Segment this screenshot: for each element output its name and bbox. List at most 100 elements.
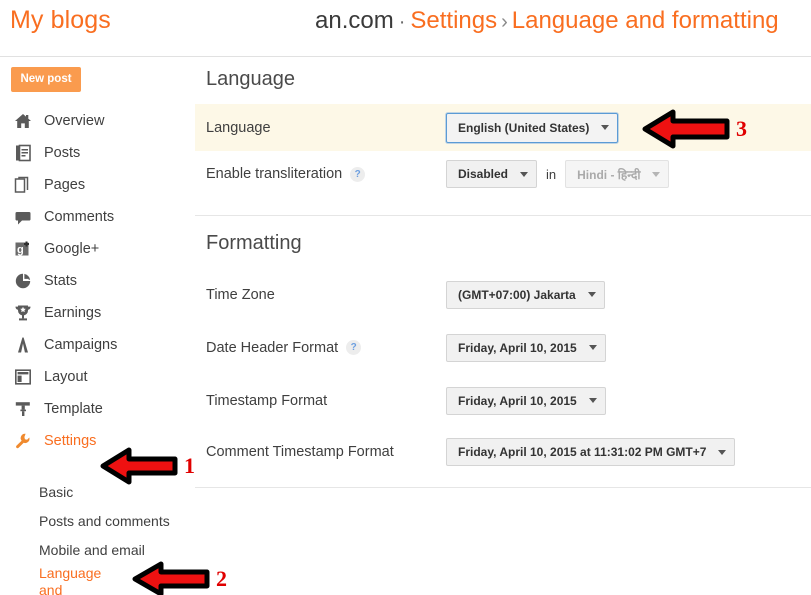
language-dropdown-value: English (United States) xyxy=(458,120,590,135)
earnings-icon xyxy=(12,302,34,324)
help-icon[interactable]: ? xyxy=(346,340,362,355)
time-zone-row-field: (GMT+07:00) Jakarta xyxy=(446,280,605,309)
date-header-format-dropdown[interactable]: Friday, April 10, 2015 xyxy=(446,333,606,362)
sidebar-subitem-language-and-formatting[interactable]: Language and formatting xyxy=(0,564,195,595)
breadcrumb-blog-name[interactable]: an.com xyxy=(315,7,394,34)
layout-icon xyxy=(12,366,34,388)
sidebar-item-campaigns[interactable]: Campaigns xyxy=(0,329,195,361)
sidebar-item-layout[interactable]: Layout xyxy=(0,361,195,393)
svg-text:g: g xyxy=(17,244,24,256)
sidebar-nav: Overview Posts Pages Comments g Google+ … xyxy=(0,105,195,457)
breadcrumb-current-page: Language and formatting xyxy=(511,7,779,34)
transliteration-language-dropdown[interactable]: Hindi - हिन्दी xyxy=(565,160,670,188)
time-zone-row: Time Zone (GMT+07:00) Jakarta xyxy=(195,268,811,321)
my-blogs-link[interactable]: My blogs xyxy=(10,6,111,35)
breadcrumb: an.com · Settings › Language and formatting xyxy=(315,6,779,37)
comment-timestamp-format-row-label: Comment Timestamp Format xyxy=(206,444,446,460)
comment-timestamp-format-row-field: Friday, April 10, 2015 at 11:31:02 PM GM… xyxy=(446,438,736,466)
row-label-text: Date Header Format xyxy=(206,339,339,356)
new-post-button[interactable]: New post xyxy=(11,67,81,92)
chevron-down-icon xyxy=(601,125,610,130)
sidebar-subitem-mobile-and-email[interactable]: Mobile and email xyxy=(0,535,195,564)
sidebar-subitem-label: Posts and comments xyxy=(39,512,170,529)
stats-icon xyxy=(12,270,34,292)
sidebar-item-label: Earnings xyxy=(44,305,102,321)
blogger-settings-page: My blogs an.com · Settings › Language and fo… xyxy=(0,0,811,595)
date-header-format-row-label: Date Header Format ? xyxy=(206,340,446,356)
in-word-label: in xyxy=(546,166,557,182)
time-zone-row-label: Time Zone xyxy=(206,287,446,303)
language-dropdown[interactable]: English (United States) xyxy=(446,112,619,143)
google-plus-icon: g xyxy=(12,238,34,260)
sidebar-item-posts[interactable]: Posts xyxy=(0,137,195,169)
sidebar-item-google-plus[interactable]: g Google+ xyxy=(0,233,195,265)
row-label-text: Comment Timestamp Format xyxy=(206,444,394,460)
sidebar-subitem-basic[interactable]: Basic xyxy=(0,477,195,506)
chevron-down-icon xyxy=(520,171,529,177)
help-icon[interactable]: ? xyxy=(350,166,366,182)
language-row-field: English (United States) xyxy=(446,112,619,143)
time-zone-dropdown[interactable]: (GMT+07:00) Jakarta xyxy=(446,280,605,309)
transliteration-row-label: Enable transliteration ? xyxy=(206,166,446,182)
comment-timestamp-format-row: Comment Timestamp Format Friday, April 1… xyxy=(195,427,811,477)
sidebar-item-label: Pages xyxy=(44,177,86,193)
sidebar-item-settings[interactable]: Settings xyxy=(0,425,195,457)
language-row-label: Language xyxy=(206,120,446,136)
sidebar-item-label: Overview xyxy=(44,113,105,129)
transliteration-row-field: Disabled in Hindi - हिन्दी xyxy=(446,160,670,188)
sidebar-subitem-posts-and-comments[interactable]: Posts and comments xyxy=(0,506,195,535)
chevron-down-icon xyxy=(718,449,727,455)
sidebar-subnav: Basic Posts and comments Mobile and emai… xyxy=(0,477,195,595)
sidebar-item-label: Stats xyxy=(44,273,78,289)
sidebar-item-label: Layout xyxy=(44,369,88,385)
row-label-text: Time Zone xyxy=(206,286,275,303)
comment-timestamp-format-dropdown[interactable]: Friday, April 10, 2015 at 11:31:02 PM GM… xyxy=(446,438,736,466)
sidebar-subitem-label: Language and formatting xyxy=(39,565,102,595)
timestamp-format-row-field: Friday, April 10, 2015 xyxy=(446,386,606,415)
main-content: Language Language English (United States… xyxy=(195,57,811,595)
posts-icon xyxy=(12,142,34,164)
bottom-divider xyxy=(195,487,811,488)
top-bar: My blogs an.com · Settings › Language and fo… xyxy=(0,0,811,57)
sidebar-item-template[interactable]: Template xyxy=(0,393,195,425)
timestamp-format-row: Timestamp Format Friday, April 10, 2015 xyxy=(195,374,811,427)
comment-timestamp-format-value: Friday, April 10, 2015 at 11:31:02 PM GM… xyxy=(458,445,707,459)
date-header-format-row: Date Header Format ? Friday, April 10, 2… xyxy=(195,321,811,374)
campaigns-icon xyxy=(12,334,34,356)
chevron-down-icon xyxy=(588,398,597,403)
chevron-right-icon: › xyxy=(501,11,508,33)
row-label-text: Language xyxy=(206,119,271,136)
breadcrumb-dot: · xyxy=(398,11,406,33)
transliteration-language-value: Hindi - हिन्दी xyxy=(577,167,641,182)
sidebar: New post Overview Posts Pages Comments g… xyxy=(0,57,195,595)
sidebar-item-label: Campaigns xyxy=(44,337,118,353)
sidebar-subitem-label: Mobile and email xyxy=(39,541,145,558)
sidebar-item-comments[interactable]: Comments xyxy=(0,201,195,233)
breadcrumb-settings-link[interactable]: Settings xyxy=(410,7,497,34)
sidebar-item-pages[interactable]: Pages xyxy=(0,169,195,201)
wrench-icon xyxy=(12,430,34,452)
row-label-text: Enable transliteration xyxy=(206,166,343,182)
home-icon xyxy=(12,110,34,132)
sidebar-item-label: Settings xyxy=(44,433,97,449)
pages-icon xyxy=(12,174,34,196)
sidebar-subitem-label: Basic xyxy=(39,483,74,500)
date-header-format-value: Friday, April 10, 2015 xyxy=(458,340,577,355)
formatting-section-title: Formatting xyxy=(206,232,302,254)
time-zone-value: (GMT+07:00) Jakarta xyxy=(458,287,576,302)
template-icon xyxy=(12,398,34,420)
chevron-down-icon xyxy=(588,345,597,350)
sidebar-item-label: Google+ xyxy=(44,241,100,257)
language-section-title: Language xyxy=(206,68,295,90)
transliteration-enabled-dropdown[interactable]: Disabled xyxy=(446,160,538,188)
sidebar-item-stats[interactable]: Stats xyxy=(0,265,195,297)
timestamp-format-value: Friday, April 10, 2015 xyxy=(458,393,577,408)
sidebar-item-earnings[interactable]: Earnings xyxy=(0,297,195,329)
chevron-down-icon xyxy=(652,171,661,177)
language-row: Language English (United States) xyxy=(195,104,811,151)
sidebar-item-label: Template xyxy=(44,401,103,417)
date-header-format-row-field: Friday, April 10, 2015 xyxy=(446,333,606,362)
chevron-down-icon xyxy=(587,292,596,297)
timestamp-format-dropdown[interactable]: Friday, April 10, 2015 xyxy=(446,386,606,415)
sidebar-item-overview[interactable]: Overview xyxy=(0,105,195,137)
